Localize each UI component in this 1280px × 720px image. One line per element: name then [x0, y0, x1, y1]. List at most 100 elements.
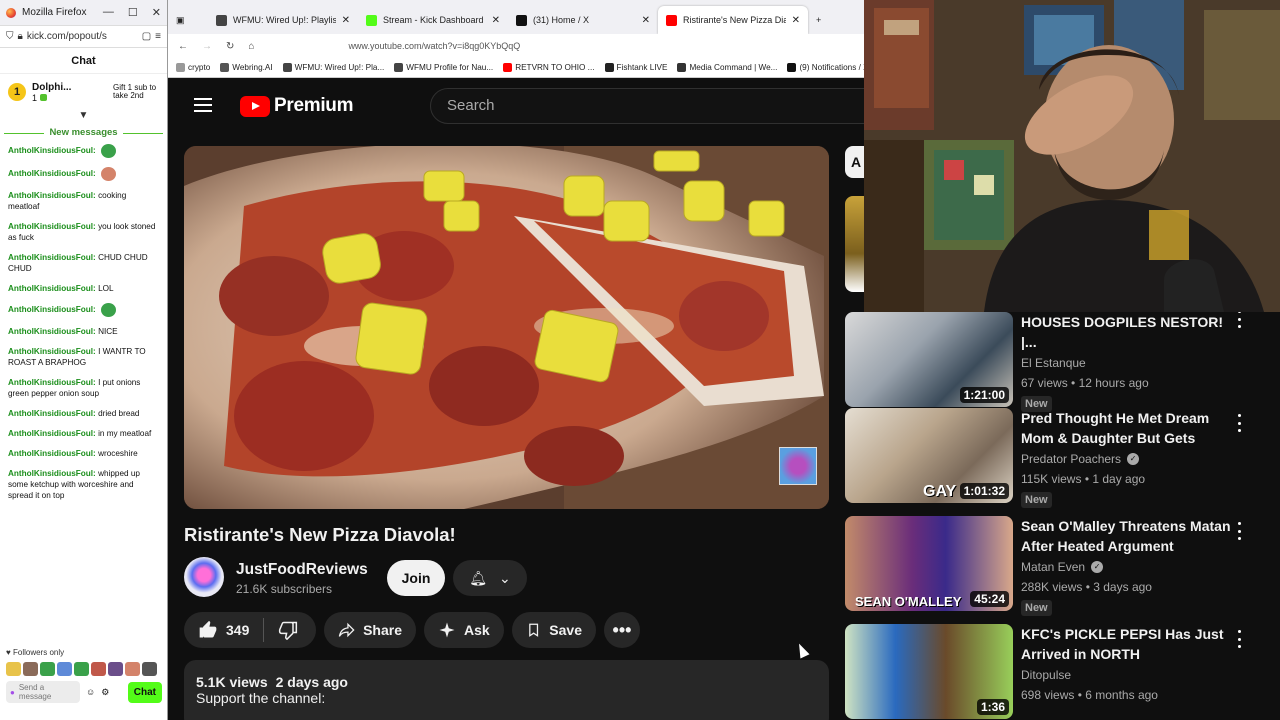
chat-message[interactable]: AntholKinsidiousFoul: NICE — [8, 326, 159, 337]
bookmark-item[interactable]: Media Command | We... — [677, 63, 777, 72]
emote-icon[interactable] — [40, 662, 55, 676]
recommended-video[interactable]: GAY 1:01:32 Pred Thought He Met Dream Mom … — [845, 408, 1280, 508]
ask-button[interactable]: Ask — [424, 612, 504, 648]
chat-username[interactable]: AntholKinsidiousFoul: — [8, 222, 96, 231]
new-tab-button[interactable]: + — [808, 6, 838, 34]
reload-icon[interactable]: ↻ — [226, 41, 234, 52]
chat-message[interactable]: AntholKinsidiousFoul: in my meatloaf — [8, 428, 159, 439]
thumbs-down-icon[interactable] — [278, 620, 298, 640]
save-button[interactable]: Save — [512, 612, 596, 648]
popout-urlbar[interactable]: ⛉ 🔒︎ kick.com/popout/s ▢ ≡ — [0, 26, 167, 48]
description-box[interactable]: 5.1K views 2 days ago Support the channel… — [184, 660, 829, 720]
menu-icon[interactable]: ≡ — [155, 31, 161, 42]
more-options-icon[interactable] — [1233, 310, 1245, 328]
chat-username[interactable]: AntholKinsidiousFoul: — [8, 284, 96, 293]
chat-message[interactable]: AntholKinsidiousFoul: — [8, 144, 159, 158]
recommended-channel[interactable]: Ditopulse — [1021, 668, 1071, 682]
minimize-icon[interactable]: — — [103, 6, 114, 19]
emote-icon[interactable] — [125, 662, 140, 676]
tab-overview-icon[interactable]: ▣ — [168, 6, 208, 34]
emote-icon[interactable] — [57, 662, 72, 676]
chat-message[interactable]: AntholKinsidiousFoul: CHUD CHUD CHUD — [8, 252, 159, 274]
emote-icon[interactable] — [74, 662, 89, 676]
recommended-video[interactable]: 1:36 KFC's PICKLE PEPSI Has Just Arrived … — [845, 624, 1280, 720]
chat-username[interactable]: AntholKinsidiousFoul: — [8, 409, 96, 418]
youtube-premium-logo[interactable]: Premium — [240, 95, 354, 117]
like-count[interactable]: 349 — [226, 622, 249, 638]
recommended-channel[interactable]: Predator Poachers ✓ — [1021, 452, 1140, 466]
search-input[interactable]: Search — [430, 88, 880, 124]
chat-message-input[interactable]: ● Send a message — [6, 681, 80, 703]
chevron-down-icon[interactable]: ▼ — [0, 110, 167, 124]
emote-icon[interactable] — [142, 662, 157, 676]
bookmark-item[interactable]: crypto — [176, 63, 210, 72]
emote-bar[interactable] — [0, 659, 167, 679]
recommended-video-title[interactable]: Sean O'Malley Threatens Matan After Heat… — [1021, 516, 1231, 556]
video-thumbnail[interactable]: 1:21:00 — [845, 312, 1013, 407]
tab-close-icon[interactable]: ✕ — [642, 15, 650, 26]
chat-send-button[interactable]: Chat — [127, 681, 162, 703]
bookmark-item[interactable]: (9) Notifications / X — [787, 63, 864, 72]
chat-username[interactable]: AntholKinsidiousFoul: — [8, 327, 96, 336]
close-icon[interactable]: ✕ — [152, 6, 161, 19]
more-options-icon[interactable] — [1233, 414, 1245, 432]
recommended-channel[interactable]: El Estanque — [1021, 356, 1086, 370]
home-icon[interactable]: ⌂ — [248, 41, 254, 52]
chat-username[interactable]: AntholKinsidiousFoul: — [8, 449, 96, 458]
tab-close-icon[interactable]: ✕ — [342, 15, 350, 26]
bookmark-item[interactable]: RETVRN TO OHIO ... — [503, 63, 595, 72]
maximize-icon[interactable]: ☐ — [128, 6, 138, 19]
emote-icon[interactable] — [6, 662, 21, 676]
gear-icon[interactable]: ⚙ — [101, 687, 109, 698]
channel-watermark[interactable] — [779, 447, 817, 485]
more-actions-icon[interactable]: ••• — [604, 612, 640, 648]
page-icon[interactable]: ▢ — [142, 31, 151, 42]
chat-username[interactable]: AntholKinsidiousFoul: — [8, 347, 96, 356]
chat-username[interactable]: AntholKinsidiousFoul: — [8, 253, 96, 262]
join-button[interactable]: Join — [387, 560, 445, 596]
chat-username[interactable]: AntholKinsidiousFoul: — [8, 146, 96, 155]
chat-username[interactable]: AntholKinsidiousFoul: — [8, 378, 96, 387]
recommended-video-title[interactable]: HOUSES DOGPILES NESTOR! |... — [1021, 312, 1231, 352]
tab-close-icon[interactable]: ✕ — [792, 15, 800, 26]
emote-icon[interactable] — [91, 662, 106, 676]
bookmark-item[interactable]: Fishtank LIVE — [604, 63, 667, 72]
bookmark-item[interactable]: Webring.AI — [220, 63, 273, 72]
browser-tab[interactable]: WFMU: Wired Up!: Playlist from ✕ — [208, 6, 358, 34]
browser-tab[interactable]: Stream - Kick Dashboard ✕ — [358, 6, 508, 34]
share-button[interactable]: Share — [324, 612, 416, 648]
popout-url[interactable]: kick.com/popout/s — [27, 31, 138, 42]
mic-icon[interactable]: ● — [10, 688, 15, 697]
pinned-gift-leader[interactable]: 1 Dolphi... 1 Gift 1 sub to take 2nd — [0, 74, 167, 110]
chat-username[interactable]: AntholKinsidiousFoul: — [8, 169, 96, 178]
bookmark-item[interactable]: WFMU Profile for Nau... — [394, 63, 493, 72]
chat-message[interactable]: AntholKinsidiousFoul: — [8, 167, 159, 181]
video-player[interactable] — [184, 146, 829, 509]
chat-username[interactable]: AntholKinsidiousFoul: — [8, 429, 96, 438]
channel-name[interactable]: JustFoodReviews — [236, 561, 368, 579]
forward-icon[interactable]: → — [202, 41, 212, 52]
bookmark-item[interactable]: WFMU: Wired Up!: Pla... — [282, 63, 384, 72]
more-options-icon[interactable] — [1233, 630, 1245, 648]
chat-message[interactable]: AntholKinsidiousFoul: cooking meatloaf — [8, 190, 159, 212]
recommended-video[interactable]: SEAN O'MALLEY 45:24 Sean O'Malley Threaten… — [845, 516, 1280, 616]
recommended-video-title[interactable]: Pred Thought He Met Dream Mom & Daughter… — [1021, 408, 1231, 448]
thumbs-up-icon[interactable] — [198, 620, 218, 640]
address-bar[interactable]: www.youtube.com/watch?v=i8qg0KYbQqQ — [348, 41, 520, 51]
emoji-icon[interactable]: ☺ — [86, 687, 95, 697]
video-thumbnail[interactable]: SEAN O'MALLEY 45:24 — [845, 516, 1013, 611]
chat-message[interactable]: AntholKinsidiousFoul: you look stoned as… — [8, 221, 159, 243]
tab-close-icon[interactable]: ✕ — [492, 15, 500, 26]
chat-message[interactable]: AntholKinsidiousFoul: LOL — [8, 283, 159, 294]
gift-sub-prompt[interactable]: Gift 1 sub to take 2nd — [113, 84, 159, 100]
chat-message[interactable]: AntholKinsidiousFoul: I put onions green… — [8, 377, 159, 399]
browser-tab[interactable]: (31) Home / X ✕ — [508, 6, 658, 34]
chat-message[interactable]: AntholKinsidiousFoul: dried bread — [8, 408, 159, 419]
emote-icon[interactable] — [108, 662, 123, 676]
subscription-bell-button[interactable]: 🔔︎ ⌄ — [453, 560, 527, 596]
chat-message[interactable]: AntholKinsidiousFoul: — [8, 303, 159, 317]
emote-icon[interactable] — [23, 662, 38, 676]
channel-avatar[interactable] — [184, 557, 224, 597]
more-options-icon[interactable] — [1233, 522, 1245, 540]
hamburger-menu-icon[interactable] — [194, 98, 212, 112]
